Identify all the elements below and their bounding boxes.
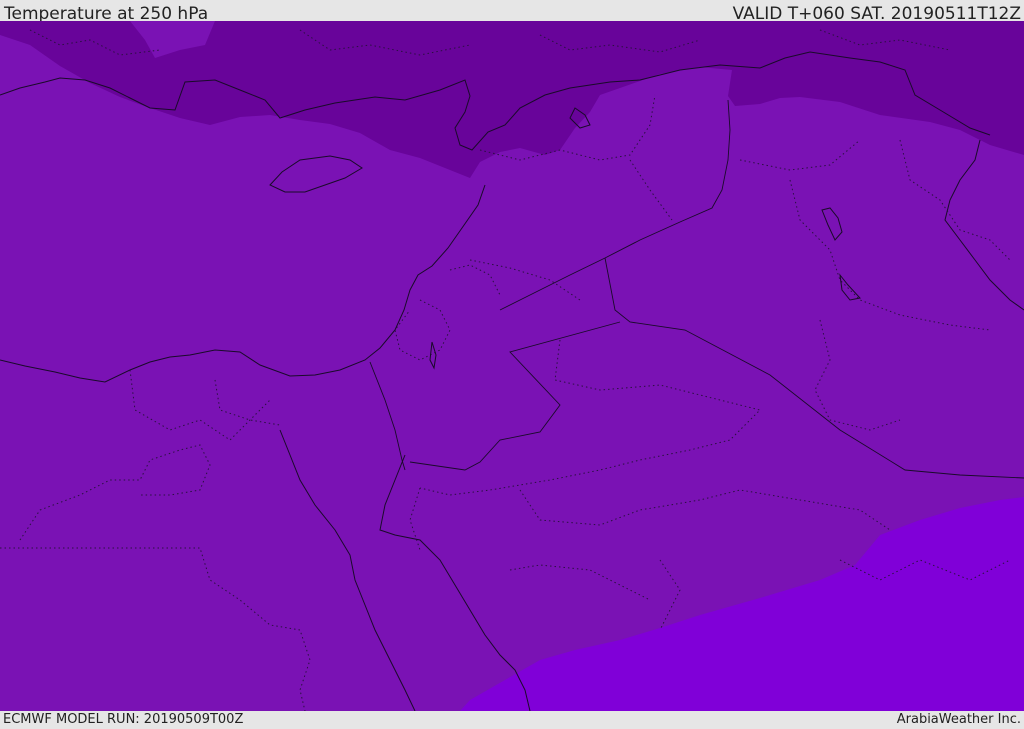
map-canvas (0, 21, 1024, 711)
header-bar: Temperature at 250 hPa VALID T+060 SAT. … (0, 0, 1024, 24)
weather-map[interactable] (0, 21, 1024, 711)
model-run-label: ECMWF MODEL RUN: 20190509T00Z (3, 712, 244, 727)
credit-label: ArabiaWeather Inc. (896, 712, 1021, 727)
footer-bar: ECMWF MODEL RUN: 20190509T00Z ArabiaWeat… (0, 711, 1024, 729)
